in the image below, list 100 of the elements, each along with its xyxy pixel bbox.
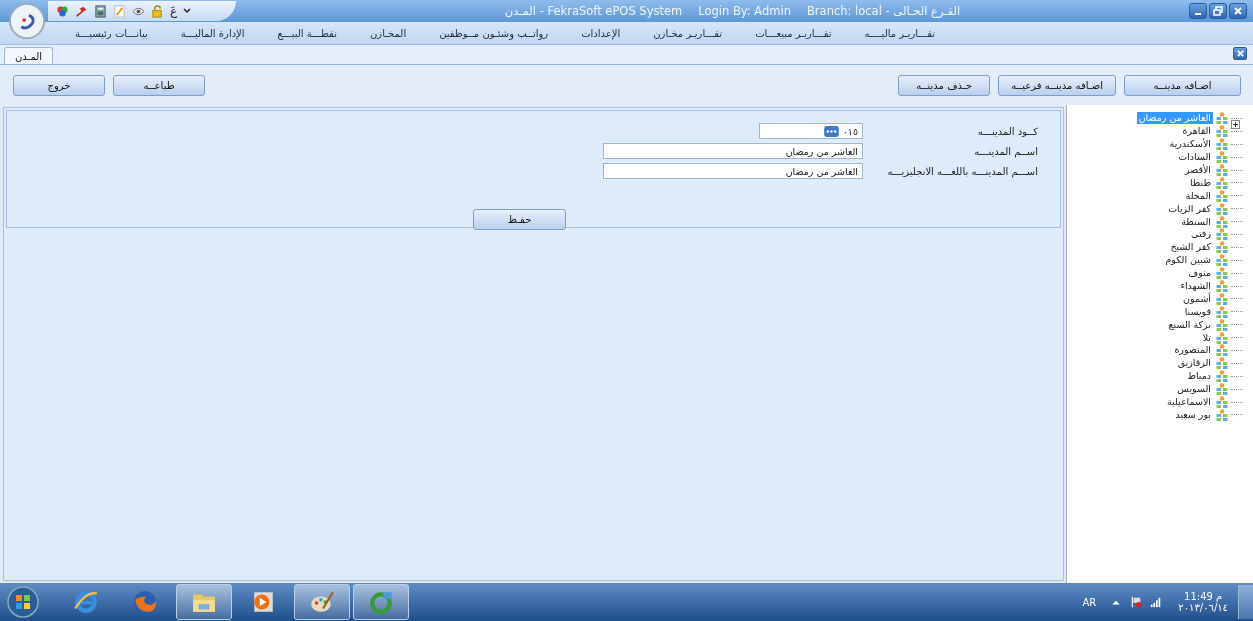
network-icon: [1216, 267, 1228, 280]
input-field[interactable]: ٠١٥: [759, 123, 863, 139]
menu-item[interactable]: نقطـــة البيـــع: [277, 27, 337, 39]
tree-item[interactable]: كفر الشيخ: [1168, 241, 1213, 254]
tree-item[interactable]: قويسنا: [1182, 305, 1213, 318]
tree-item[interactable]: زفتى: [1189, 228, 1213, 241]
circles-icon[interactable]: [56, 4, 69, 18]
restore-icon: [1213, 6, 1223, 16]
tree-item[interactable]: السويس: [1175, 383, 1213, 396]
expand-icon[interactable]: [1231, 120, 1240, 129]
start-button[interactable]: [6, 585, 40, 619]
tree-item[interactable]: دمياط: [1185, 370, 1213, 383]
menu-item[interactable]: الإعدادات: [581, 27, 621, 39]
menu-item[interactable]: تقـــاريـر ماليــــه: [864, 27, 935, 39]
tree-item[interactable]: منوف: [1186, 267, 1213, 280]
menu-item[interactable]: بيانـــات رئيسيـــة: [75, 27, 148, 39]
network-icon: [1216, 305, 1228, 318]
flag-icon[interactable]: [1130, 596, 1143, 608]
tree-item[interactable]: السادات: [1176, 151, 1213, 164]
action-button[interactable]: اضـافه مدينــه فرعيــه: [998, 74, 1116, 96]
field-label: كــود المدينـــه: [976, 125, 1038, 137]
network-icon: [1216, 241, 1228, 254]
tree-item[interactable]: الشهداء: [1178, 280, 1213, 292]
network-icon: [1216, 164, 1228, 176]
palette-icon: [309, 589, 335, 615]
network-icon: [1216, 408, 1228, 421]
network-icon: [1216, 112, 1228, 125]
restore-button[interactable]: [1209, 3, 1227, 19]
close-icon: [1233, 6, 1243, 16]
tab[interactable]: المـدن: [4, 47, 54, 64]
network-icon: [1216, 215, 1228, 228]
branch-info: Branch: local - الفـرع الحـالى: [806, 4, 961, 18]
taskbar-app-button[interactable]: [176, 584, 232, 620]
tree-item[interactable]: طنطا: [1187, 176, 1213, 189]
globe-e-icon: [73, 589, 99, 615]
minimize-button[interactable]: [1189, 3, 1207, 19]
input-field[interactable]: العاشر من رمضان: [603, 143, 863, 159]
network-icon: [1216, 176, 1228, 189]
tree-item[interactable]: الأقصر: [1182, 164, 1213, 176]
action-button[interactable]: حـذف مدينــه: [898, 74, 991, 96]
clock-time[interactable]: 11:49 م: [1184, 591, 1223, 602]
network-icon: [1216, 228, 1228, 241]
network-icon: [1216, 125, 1228, 138]
network-icon: [1216, 254, 1228, 267]
sync-icon: [368, 589, 394, 615]
tree-item[interactable]: الاسماعيلية: [1164, 396, 1213, 409]
network-icon: [1216, 383, 1228, 396]
tree-item[interactable]: شبين الكوم: [1163, 254, 1213, 267]
network-icon: [1216, 318, 1228, 331]
network-icon: [1216, 331, 1228, 344]
tree-item[interactable]: القاهرة: [1180, 125, 1213, 138]
menu-item[interactable]: المخـازن: [369, 27, 407, 39]
field-label: اســـم المدينـــه باللغـــه الانجليزيـــه: [886, 165, 1038, 177]
tree-item[interactable]: الزقازيق: [1175, 357, 1213, 370]
tree-item[interactable]: بركة السبع: [1166, 318, 1213, 331]
action-button[interactable]: اضـافه مدينــه: [1124, 74, 1241, 96]
clock-date[interactable]: ٢٠١٣/٠٦/١٤: [1178, 602, 1228, 613]
network-icon: [1216, 280, 1228, 292]
menu-item[interactable]: رواتــب وشئـون مــوظفين: [439, 27, 549, 39]
menu-item[interactable]: تقـــاريـر مبيعـــات: [755, 27, 832, 39]
language-toggle[interactable]: عَ: [170, 4, 178, 18]
language-indicator[interactable]: AR: [1082, 596, 1097, 608]
network-icon: [1216, 396, 1228, 409]
dropdown-caret-icon[interactable]: [183, 7, 192, 15]
padlock-icon[interactable]: [151, 4, 164, 18]
fox-globe-icon: [132, 589, 158, 615]
app-logo-icon[interactable]: [8, 2, 46, 40]
taskbar-app-button[interactable]: [294, 584, 350, 620]
close-tab-button[interactable]: [1233, 47, 1247, 60]
network-icon: [1216, 202, 1228, 215]
network-icon: [1216, 370, 1228, 383]
menu-item[interactable]: تقـــاريـر مخـازن: [653, 27, 723, 39]
save-button[interactable]: حفـظ: [473, 209, 566, 230]
network-icon: [1216, 151, 1228, 164]
input-field[interactable]: العاشر من رمضان: [603, 163, 863, 179]
network-icon: [1216, 344, 1228, 357]
tree-item[interactable]: تلا: [1200, 331, 1213, 344]
network-icon: [1216, 292, 1228, 305]
tree-item[interactable]: الأسكندرية: [1167, 138, 1213, 151]
tree-item[interactable]: السنطة: [1179, 215, 1213, 228]
menu-item[interactable]: الإدارة الماليـــة: [180, 27, 245, 39]
more-icon[interactable]: [823, 125, 839, 137]
network-icon: [1216, 189, 1228, 202]
window-title: المـدن - FekraSoft ePOS System: [504, 4, 683, 18]
network-icon: [1216, 138, 1228, 151]
action-button[interactable]: خروج: [13, 74, 105, 96]
pin-icon[interactable]: [75, 4, 88, 18]
signal-icon[interactable]: [1150, 596, 1163, 608]
tree-item[interactable]: كفر الزيات: [1166, 202, 1213, 215]
login-info: Login By: Admin: [698, 4, 791, 18]
tree-item[interactable]: أشمون: [1181, 292, 1213, 305]
tree-item[interactable]: المنصورة: [1172, 344, 1213, 357]
tree-item[interactable]: المحلة: [1183, 189, 1213, 202]
close-button[interactable]: [1229, 3, 1247, 19]
field-label: اســم المدينـــه: [973, 145, 1038, 157]
tree-item[interactable]: بور سعيد: [1173, 408, 1213, 421]
calculator-icon[interactable]: [94, 4, 107, 18]
taskbar-app-button[interactable]: [353, 584, 409, 620]
action-button[interactable]: طباعــه: [113, 74, 205, 96]
network-icon: [1216, 357, 1228, 370]
